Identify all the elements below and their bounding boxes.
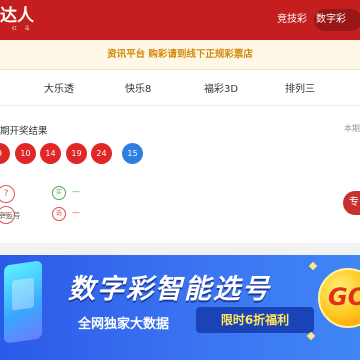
promo-banner[interactable]: 数字彩智能选号 全网独家大数据 限时6折福利 GO	[0, 255, 360, 360]
red-ball: 19	[66, 143, 87, 164]
phone-illustration-icon	[4, 260, 42, 344]
nav-shuzi-button[interactable]: 数字彩	[314, 9, 360, 31]
sparkle-icon	[306, 331, 316, 341]
banner-promo-badge: 限时6折福利	[196, 307, 314, 333]
tab-fucai3d[interactable]: 福彩3D	[204, 80, 238, 95]
logo-text: 达人	[0, 6, 34, 26]
placeholder-dash: —	[72, 208, 80, 217]
results-right-label[interactable]: 本期	[344, 123, 360, 134]
blue-ball: 15	[122, 143, 143, 164]
question-circle-icon[interactable]: ?	[0, 185, 15, 203]
red-ball: 10	[15, 143, 36, 164]
side-action-button[interactable]: 专	[343, 191, 360, 215]
notice-bar: 资讯平台 购彩请到线下正规彩票店	[0, 40, 360, 70]
tab-kuaile8[interactable]: 快乐8	[125, 80, 151, 95]
go-text: GO	[328, 283, 360, 311]
app-header: 达人 红 毒 竞技彩 数字彩	[0, 0, 360, 40]
go-button[interactable]: GO	[318, 268, 360, 328]
placeholder-dash: —	[72, 187, 80, 196]
mini-badge-icon: 实	[52, 186, 66, 200]
lucky-number-label: 幸运号	[0, 211, 21, 220]
nav-jingji-button[interactable]: 竞技彩	[272, 9, 312, 31]
lottery-tabs: 大乐透 快乐8 福彩3D 排列三	[0, 70, 360, 106]
results-title: 期开奖结果	[0, 126, 48, 137]
red-ball: 24	[91, 143, 112, 164]
red-ball: 14	[40, 143, 61, 164]
sparkle-icon	[308, 261, 318, 271]
tab-pailie3[interactable]: 排列三	[285, 80, 315, 95]
banner-title: 数字彩智能选号	[68, 274, 271, 305]
banner-subtitle: 全网独家大数据	[78, 317, 170, 332]
section-divider	[0, 243, 360, 255]
tab-daletou[interactable]: 大乐透	[44, 80, 74, 95]
logo-subtext: 红 毒	[12, 26, 33, 32]
mini-badge-icon: 选	[52, 207, 66, 221]
site-logo[interactable]: 达人 红 毒	[0, 7, 46, 33]
notice-text: 资讯平台 购彩请到线下正规彩票店	[107, 49, 253, 60]
red-ball: 9	[0, 143, 10, 164]
